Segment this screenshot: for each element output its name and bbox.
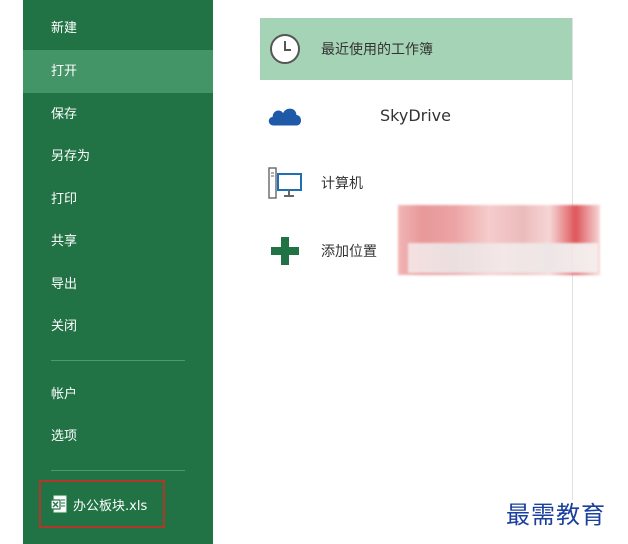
backstage-sidebar: 新建 打开 保存 另存为 打印 共享 导出 关闭 帐户 选项 办公板块.xls: [23, 0, 213, 544]
excel-file-icon: [51, 495, 67, 513]
computer-icon: [266, 164, 304, 202]
nav-share[interactable]: 共享: [23, 220, 213, 263]
nav-new[interactable]: 新建: [23, 7, 213, 50]
sidebar-divider: [51, 360, 185, 361]
location-skydrive[interactable]: SkyDrive: [260, 84, 572, 146]
plus-icon: [266, 232, 304, 270]
recent-file-name: 办公板块.xls: [73, 498, 148, 514]
nav-save-as[interactable]: 另存为: [23, 135, 213, 178]
nav-options[interactable]: 选项: [23, 415, 213, 458]
location-label: 添加位置: [321, 244, 377, 260]
location-label: 计算机: [321, 176, 363, 192]
cloud-icon: [266, 96, 304, 134]
nav-save[interactable]: 保存: [23, 93, 213, 136]
sidebar-divider-bottom: [51, 470, 185, 471]
location-recent-workbooks[interactable]: 最近使用的工作簿: [260, 18, 572, 80]
nav-account[interactable]: 帐户: [23, 373, 213, 416]
nav-close[interactable]: 关闭: [23, 305, 213, 348]
watermark-text: 最需教育: [506, 501, 606, 529]
nav-print[interactable]: 打印: [23, 178, 213, 221]
clock-icon: [266, 30, 304, 68]
recent-file-item[interactable]: 办公板块.xls: [39, 480, 165, 528]
nav-export[interactable]: 导出: [23, 263, 213, 306]
nav-open[interactable]: 打开: [23, 50, 213, 93]
location-label: 最近使用的工作簿: [321, 42, 433, 58]
location-label: SkyDrive: [380, 105, 451, 125]
redaction-blur: [398, 205, 600, 275]
